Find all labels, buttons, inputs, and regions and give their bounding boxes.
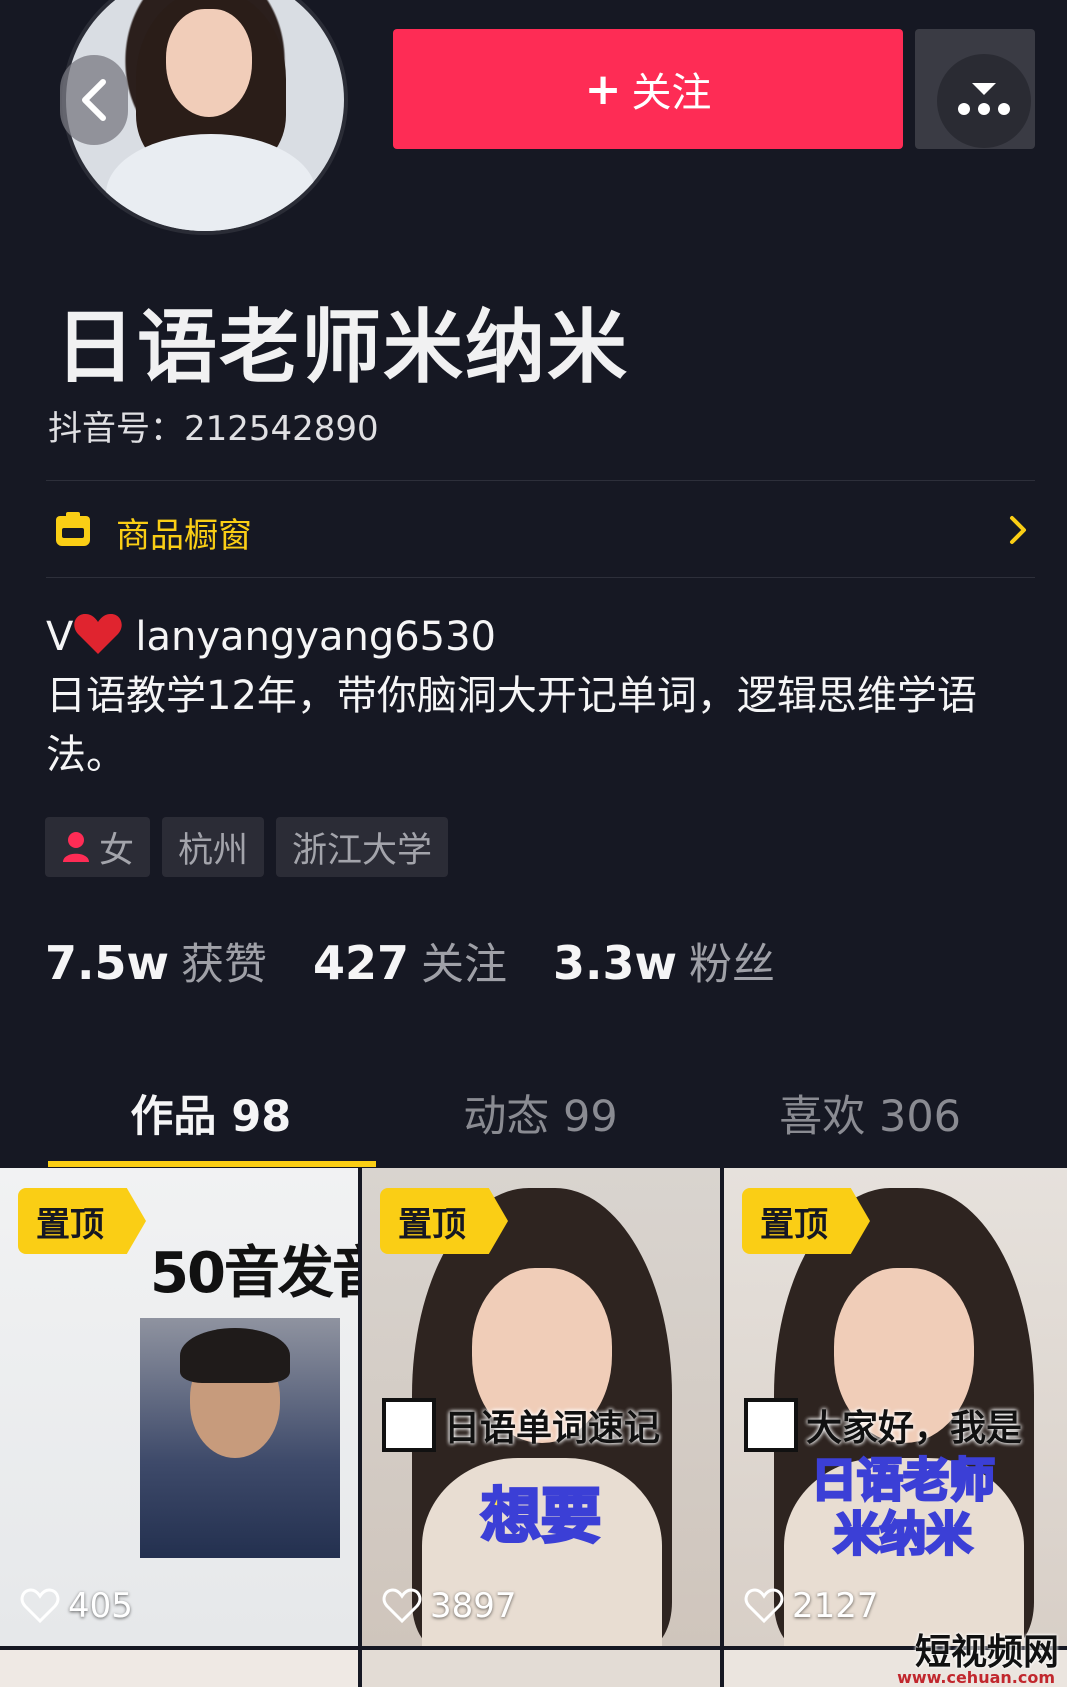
video-card-partial[interactable] <box>362 1650 720 1687</box>
pinned-badge: 置顶 <box>18 1188 146 1254</box>
profile-tags: 女 杭州 浙江大学 <box>45 817 449 877</box>
heart-emoji-icon <box>74 613 123 654</box>
site-watermark-url: www.cehuan.com <box>897 1668 1055 1687</box>
heart-outline-icon <box>20 1588 60 1624</box>
shop-icon <box>56 512 90 546</box>
video-likes: 405 <box>20 1586 133 1626</box>
stat-likes: 7.5w 获赞 <box>45 936 267 990</box>
video-thumbnail-photo <box>140 1318 340 1558</box>
video-caption-top: 日语单词速记 <box>382 1398 660 1452</box>
tag-gender: 女 <box>45 817 151 877</box>
video-likes: 3897 <box>382 1586 517 1626</box>
tab-likes[interactable]: 喜欢 306 <box>705 1070 1035 1166</box>
stat-followers[interactable]: 3.3w 粉丝 <box>553 930 775 992</box>
profile-bio: V lanyangyang6530 日语教学12年，带你脑洞大开记单词，逻辑思维… <box>46 608 1026 785</box>
bio-line-contact: V lanyangyang6530 <box>46 613 496 660</box>
tab-works[interactable]: 作品 98 <box>46 1070 376 1166</box>
video-card[interactable]: 日语单词速记 想要 置顶 3897 <box>362 1168 720 1646</box>
checkbox-icon <box>382 1398 436 1452</box>
pinned-badge: 置顶 <box>742 1188 870 1254</box>
video-caption-main: 日语老师 米纳米 <box>810 1452 997 1563</box>
video-card[interactable]: 大家好，我是 日语老师 米纳米 置顶 2127 <box>724 1168 1067 1646</box>
divider <box>46 480 1035 481</box>
bio-line-description: 日语教学12年，带你脑洞大开记单词，逻辑思维学语法。 <box>46 673 977 778</box>
heart-outline-icon <box>744 1588 784 1624</box>
tab-indicator <box>48 1161 376 1167</box>
video-likes: 2127 <box>744 1586 879 1626</box>
man-hair <box>180 1328 290 1383</box>
tag-location: 杭州 <box>162 817 265 877</box>
back-button[interactable] <box>60 55 128 145</box>
tab-activity[interactable]: 动态 99 <box>376 1070 706 1166</box>
video-card[interactable]: 50音发音 置顶 405 <box>0 1168 358 1646</box>
shop-window-row[interactable]: 商品橱窗 <box>46 488 1035 578</box>
follow-label: 关注 <box>631 70 712 116</box>
video-caption-top: 大家好，我是 <box>744 1398 1022 1452</box>
content-tabs: 作品 98 动态 99 喜欢 306 <box>46 1070 1035 1166</box>
video-card-partial[interactable] <box>0 1650 358 1687</box>
douyin-id: 抖音号：212542890 <box>48 409 379 449</box>
divider <box>46 577 1035 578</box>
profile-stats: 7.5w 获赞 427 关注 3.3w 粉丝 <box>45 930 821 992</box>
chevron-right-icon <box>1010 516 1026 544</box>
heart-outline-icon <box>382 1588 422 1624</box>
follow-button[interactable]: + 关注 <box>393 29 903 149</box>
video-title-text: 50音发音 <box>150 1241 358 1306</box>
more-button[interactable] <box>915 29 1035 149</box>
profile-nickname: 日语老师米纳米 <box>55 301 629 394</box>
plus-icon: + <box>584 63 622 115</box>
chevron-left-icon <box>82 79 106 121</box>
tag-school: 浙江大学 <box>276 817 449 877</box>
avatar-shirt <box>106 134 316 231</box>
female-icon <box>61 831 91 863</box>
checkbox-icon <box>744 1398 798 1452</box>
more-icon <box>937 54 1031 148</box>
avatar-face <box>166 9 252 117</box>
video-grid: 50音发音 置顶 405 日语单词速记 想要 置顶 3897 <box>0 1168 1067 1687</box>
video-caption-main: 想要 <box>480 1481 603 1554</box>
shop-window-label: 商品橱窗 <box>116 516 252 556</box>
stat-following[interactable]: 427 关注 <box>313 930 507 992</box>
pinned-badge: 置顶 <box>380 1188 508 1254</box>
